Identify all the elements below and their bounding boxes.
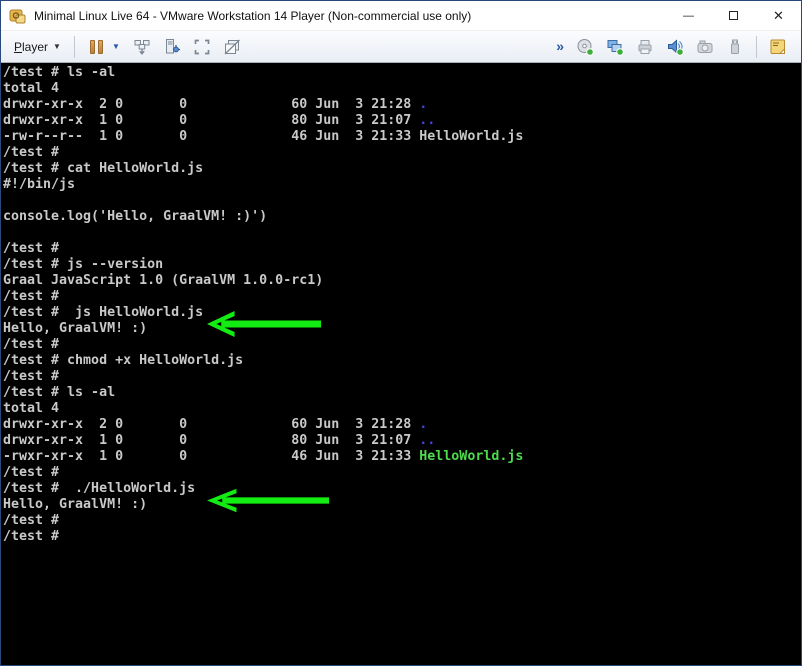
toolbar-separator [74, 36, 75, 58]
unity-mode-icon [223, 38, 241, 56]
library-panel-button[interactable] [765, 35, 791, 59]
terminal-line: drwxr-xr-x 1 0 0 80 Jun 3 21:07 .. [3, 113, 801, 129]
device-status-bar: » [556, 35, 793, 59]
terminal-line: Hello, GraalVM! :) [3, 321, 801, 337]
sound-device-button[interactable] [662, 35, 688, 59]
title-bar: Minimal Linux Live 64 - VMware Workstati… [1, 1, 801, 31]
terminal-line: /test # [3, 337, 801, 353]
player-menu-button[interactable]: Player ▼ [7, 36, 68, 58]
terminal-line: drwxr-xr-x 2 0 0 60 Jun 3 21:28 . [3, 97, 801, 113]
send-ctrl-alt-del-button[interactable] [129, 35, 155, 59]
terminal-line: Graal JavaScript 1.0 (GraalVM 1.0.0-rc1) [3, 273, 801, 289]
terminal-line: console.log('Hello, GraalVM! :)') [3, 209, 801, 225]
terminal-line: /test # chmod +x HelloWorld.js [3, 353, 801, 369]
vm-console-screen[interactable]: /test # ls -altotal 4drwxr-xr-x 2 0 0 60… [1, 63, 801, 665]
terminal-line: /test # js HelloWorld.js [3, 305, 801, 321]
close-button[interactable]: ✕ [756, 1, 801, 31]
network-device-button[interactable] [602, 35, 628, 59]
webcam-icon [696, 38, 714, 56]
minimize-button[interactable]: — [666, 1, 711, 31]
vmware-player-window: Minimal Linux Live 64 - VMware Workstati… [0, 0, 802, 666]
terminal-line: /test # [3, 465, 801, 481]
terminal-line: -rw-r--r-- 1 0 0 46 Jun 3 21:33 HelloWor… [3, 129, 801, 145]
printer-device-button[interactable] [632, 35, 658, 59]
terminal-line [3, 193, 801, 209]
cd-dvd-device-button[interactable] [572, 35, 598, 59]
webcam-device-button[interactable] [692, 35, 718, 59]
fullscreen-button[interactable] [189, 35, 215, 59]
network-adapter-icon [606, 38, 624, 56]
terminal-line: #!/bin/js [3, 177, 801, 193]
usb-device-icon [726, 38, 744, 56]
unity-mode-button[interactable] [219, 35, 245, 59]
expand-toolbar-chevron-icon[interactable]: » [556, 38, 570, 56]
terminal-line: /test # ls -al [3, 385, 801, 401]
terminal-line: Hello, GraalVM! :) [3, 497, 801, 513]
terminal-line: drwxr-xr-x 2 0 0 60 Jun 3 21:28 . [3, 417, 801, 433]
terminal-line: /test # [3, 529, 801, 545]
terminal-line: /test # ls -al [3, 65, 801, 81]
printer-icon [636, 38, 654, 56]
fullscreen-icon [193, 38, 211, 56]
sound-icon [666, 38, 684, 56]
player-menu-label: Player [14, 40, 48, 54]
suspend-icon [90, 40, 95, 54]
maximize-icon [729, 11, 738, 20]
terminal-line: -rwxr-xr-x 1 0 0 46 Jun 3 21:33 HelloWor… [3, 449, 801, 465]
terminal-line [3, 225, 801, 241]
window-title: Minimal Linux Live 64 - VMware Workstati… [34, 9, 666, 23]
player-menu-caret-icon: ▼ [53, 42, 61, 51]
annotation-arrow-js-output [207, 309, 321, 339]
terminal-line: total 4 [3, 401, 801, 417]
annotation-arrow-script-output [207, 487, 329, 514]
vm-settings-button[interactable] [159, 35, 185, 59]
terminal-line: drwxr-xr-x 1 0 0 80 Jun 3 21:07 .. [3, 433, 801, 449]
terminal-line: /test # ./HelloWorld.js [3, 481, 801, 497]
terminal-output: /test # ls -altotal 4drwxr-xr-x 2 0 0 60… [3, 65, 801, 545]
vmware-app-icon [9, 7, 27, 25]
usb-device-button[interactable] [722, 35, 748, 59]
toolbar: Player ▼ ▼ [1, 31, 801, 63]
terminal-line: /test # js --version [3, 257, 801, 273]
send-ctrl-alt-del-icon [133, 38, 151, 56]
toolbar-separator [756, 36, 757, 58]
terminal-line: /test # [3, 369, 801, 385]
terminal-line: /test # [3, 241, 801, 257]
library-panel-icon [769, 38, 787, 56]
terminal-line: total 4 [3, 81, 801, 97]
maximize-button[interactable] [711, 1, 756, 31]
cd-dvd-icon [576, 38, 594, 56]
vm-settings-icon [163, 38, 181, 56]
window-controls: — ✕ [666, 1, 801, 31]
terminal-line: /test # [3, 513, 801, 529]
suspend-dropdown-caret-icon[interactable]: ▼ [107, 42, 127, 51]
terminal-line: /test # cat HelloWorld.js [3, 161, 801, 177]
suspend-button[interactable] [81, 37, 107, 57]
terminal-line: /test # [3, 145, 801, 161]
terminal-line: /test # [3, 289, 801, 305]
